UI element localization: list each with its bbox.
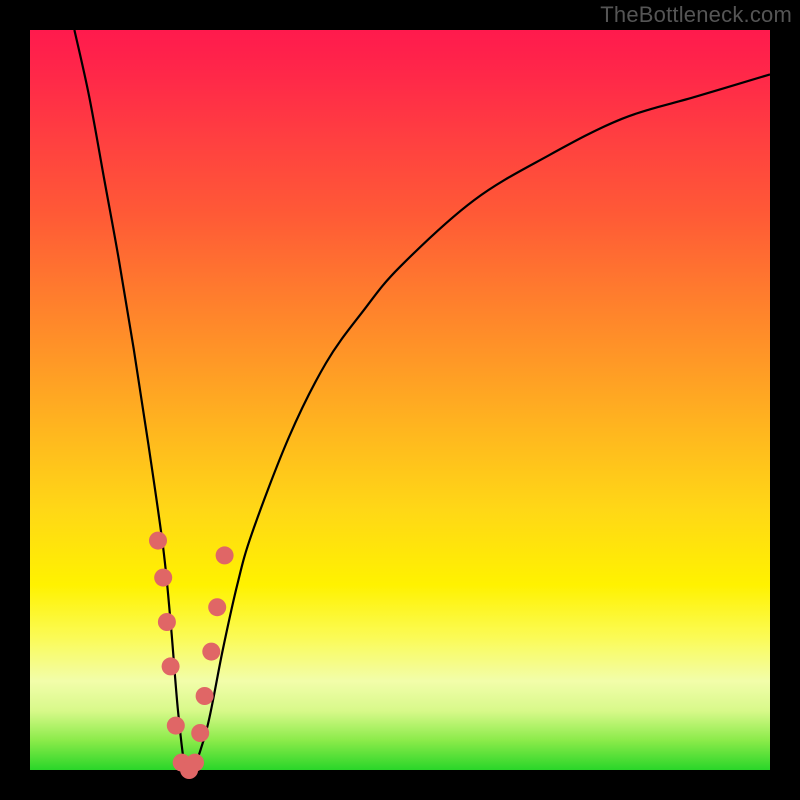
- highlight-dot: [191, 724, 209, 742]
- highlight-dot: [149, 532, 167, 550]
- highlight-dot: [196, 687, 214, 705]
- highlight-dot: [162, 657, 180, 675]
- highlight-dot: [216, 546, 234, 564]
- plot-area: [30, 30, 770, 770]
- highlight-dot: [202, 643, 220, 661]
- highlight-dot: [154, 569, 172, 587]
- watermark-text: TheBottleneck.com: [600, 2, 792, 28]
- chart-svg: [30, 30, 770, 770]
- highlight-dot: [186, 754, 204, 772]
- highlight-dot: [158, 613, 176, 631]
- highlight-dot: [167, 717, 185, 735]
- highlight-dot: [208, 598, 226, 616]
- chart-frame: TheBottleneck.com: [0, 0, 800, 800]
